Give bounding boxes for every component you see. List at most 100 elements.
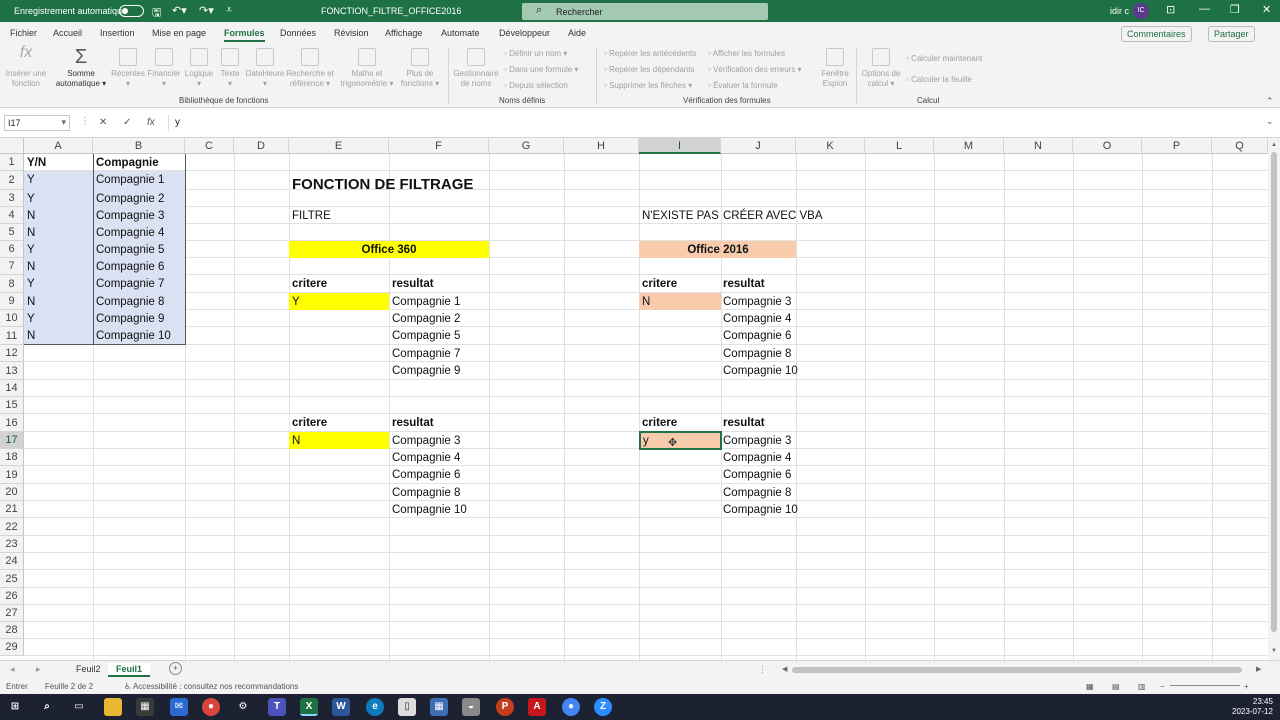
page-break-icon[interactable]: ▥	[1138, 682, 1146, 691]
calculate-now-button[interactable]: Calculer maintenant	[906, 54, 982, 63]
table-cell-yn[interactable]: Y	[25, 191, 35, 208]
column-header-n[interactable]: N	[1004, 138, 1073, 154]
tab-affichage[interactable]: Affichage	[385, 28, 422, 38]
customize-qat-icon[interactable]: ⩡	[226, 4, 232, 17]
column-header-p[interactable]: P	[1142, 138, 1212, 154]
column-header-o[interactable]: O	[1073, 138, 1142, 154]
result-cell[interactable]: Compagnie 4	[721, 450, 791, 467]
result-cell[interactable]: Compagnie 6	[390, 467, 460, 484]
row-header-9[interactable]: 9	[0, 293, 24, 310]
table-cell-yn[interactable]: Y	[25, 311, 35, 328]
text-button[interactable]: Texte ▾	[216, 48, 244, 89]
row-header-3[interactable]: 3	[0, 190, 24, 207]
row-header-2[interactable]: 2	[0, 171, 24, 190]
chrome-icon[interactable]: ●	[202, 698, 220, 716]
table-cell-yn[interactable]: Y	[25, 276, 35, 293]
zoom-out-icon[interactable]: −	[1160, 682, 1165, 691]
search-box[interactable]: ⌕ Rechercher	[522, 3, 768, 20]
table-cell-compagnie[interactable]: Compagnie 3	[94, 208, 164, 225]
zoom-app-icon[interactable]: Z	[594, 698, 612, 716]
chrome-profile-icon[interactable]: ●	[562, 698, 580, 716]
result-cell[interactable]: Compagnie 10	[721, 363, 798, 380]
table-cell-compagnie[interactable]: Compagnie 5	[94, 242, 164, 259]
row-header-26[interactable]: 26	[0, 588, 24, 605]
define-name-button[interactable]: Définir un nom ▾	[504, 49, 567, 58]
accessibility-status[interactable]: ♿ Accessibilité : consultez nos recomman…	[124, 682, 298, 691]
row-header-19[interactable]: 19	[0, 466, 24, 484]
close-icon[interactable]: ✕	[1262, 3, 1271, 16]
result-cell[interactable]: Compagnie 2	[390, 311, 460, 328]
add-sheet-icon[interactable]: +	[169, 662, 182, 675]
lookup-button[interactable]: Recherche et référence ▾	[286, 48, 334, 89]
ribbon-display-icon[interactable]: ⊡	[1166, 3, 1175, 16]
result-cell[interactable]: Compagnie 3	[390, 433, 460, 450]
column-header-i[interactable]: I	[639, 138, 721, 154]
column-header-m[interactable]: M	[934, 138, 1004, 154]
save-icon[interactable]: 🖫	[152, 4, 161, 23]
result-cell[interactable]: Compagnie 4	[390, 450, 460, 467]
criterion-cell-i9[interactable]: N	[640, 294, 650, 311]
math-button[interactable]: Maths et trigonométrie ▾	[336, 48, 398, 89]
edge-icon[interactable]: e	[366, 698, 384, 716]
name-manager-button[interactable]: Gestionnaire de noms	[452, 48, 500, 89]
normal-view-icon[interactable]: ▦	[1086, 682, 1094, 691]
calculator-blue-icon[interactable]: ▦	[430, 698, 448, 716]
scroll-down-icon[interactable]: ▼	[1271, 648, 1277, 654]
scroll-left-icon[interactable]: ◀	[782, 665, 787, 673]
tab-donnees[interactable]: Données	[280, 28, 316, 38]
scroll-right-icon[interactable]: ▶	[1256, 665, 1261, 673]
calc-options-button[interactable]: Options de calcul ▾	[860, 48, 902, 89]
file-explorer-icon[interactable]	[104, 698, 122, 716]
table-cell-compagnie[interactable]: Compagnie 1	[94, 172, 164, 189]
result-cell[interactable]: Compagnie 9	[390, 363, 460, 380]
result-cell[interactable]: Compagnie 8	[721, 346, 791, 363]
row-header-5[interactable]: 5	[0, 224, 24, 241]
expand-formula-bar-icon[interactable]: ⌄	[1266, 116, 1274, 127]
redo-icon[interactable]: ↷▾	[199, 4, 214, 17]
logical-button[interactable]: Logique ▾	[182, 48, 216, 89]
autosave-toggle[interactable]	[119, 5, 144, 17]
tab-split-handle[interactable]: ⋮	[758, 664, 767, 675]
powerpoint-icon[interactable]: P	[496, 698, 514, 716]
row-header-11[interactable]: 11	[0, 327, 24, 345]
recent-functions-button[interactable]: Récentes ▾	[110, 48, 146, 89]
row-header-24[interactable]: 24	[0, 553, 24, 570]
teams-icon[interactable]: T	[268, 698, 286, 716]
financial-button[interactable]: Financier ▾	[146, 48, 182, 89]
result-cell[interactable]: Compagnie 8	[390, 485, 460, 502]
table-cell-compagnie[interactable]: Compagnie 2	[94, 191, 164, 208]
row-header-17[interactable]: 17	[0, 432, 24, 449]
prev-sheet-icon[interactable]: ◂	[10, 664, 15, 675]
task-view-icon[interactable]: ▭	[70, 698, 88, 716]
use-in-formula-button[interactable]: Dans une formule ▾	[504, 65, 578, 74]
formula-input[interactable]: y	[168, 115, 1268, 131]
evaluate-formula-button[interactable]: Évaluer la formule	[708, 81, 777, 90]
more-functions-button[interactable]: Plus de fonctions ▾	[398, 48, 442, 89]
error-checking-button[interactable]: Vérification des erreurs ▾	[708, 65, 802, 74]
row-header-29[interactable]: 29	[0, 639, 24, 656]
table-cell-compagnie[interactable]: Compagnie 7	[94, 276, 164, 293]
row-header-28[interactable]: 28	[0, 622, 24, 639]
mail-icon[interactable]: ✉	[170, 698, 188, 716]
tab-automate[interactable]: Automate	[441, 28, 480, 38]
remove-arrows-button[interactable]: Supprimer les flèches ▾	[604, 81, 692, 90]
windows-start-icon[interactable]: ⊞	[6, 698, 24, 716]
tab-fichier[interactable]: Fichier	[10, 28, 37, 38]
trace-precedents-button[interactable]: Repérer les antécédents	[604, 49, 696, 58]
name-box[interactable]: I17	[4, 115, 70, 131]
table-cell-compagnie[interactable]: Compagnie 8	[94, 294, 164, 311]
result-cell[interactable]: Compagnie 6	[721, 467, 791, 484]
result-cell[interactable]: Compagnie 8	[721, 485, 791, 502]
horizontal-scrollbar[interactable]: ◀ ▶	[780, 665, 1266, 675]
insert-function-button[interactable]: fx Insérer une fonction	[4, 45, 48, 89]
watch-window-button[interactable]: Fenêtre Espion	[816, 48, 854, 89]
row-header-18[interactable]: 18	[0, 449, 24, 466]
search-icon[interactable]: ⌕	[38, 698, 56, 716]
result-cell[interactable]: Compagnie 7	[390, 346, 460, 363]
sheet-tab-feuil1[interactable]: Feuil1	[108, 663, 151, 677]
scroll-up-icon[interactable]: ▲	[1271, 142, 1277, 148]
result-cell[interactable]: Compagnie 4	[721, 311, 791, 328]
collapse-ribbon-icon[interactable]: ⌃	[1266, 96, 1274, 107]
table-cell-compagnie[interactable]: Compagnie 9	[94, 311, 164, 328]
cancel-icon[interactable]: ✕	[99, 117, 107, 128]
